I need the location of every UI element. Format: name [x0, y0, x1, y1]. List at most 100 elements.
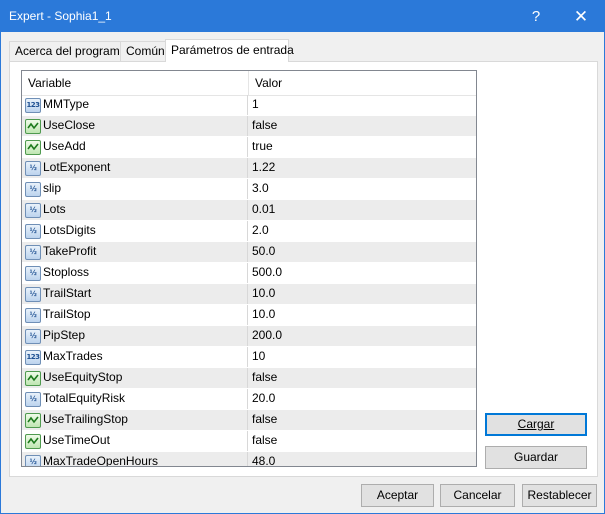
title-bar[interactable]: Expert - Sophia1_1 ? ✕ — [1, 1, 604, 32]
tab-parametros[interactable]: Parámetros de entrada — [165, 39, 294, 62]
value-cell[interactable]: 48.0 — [252, 452, 472, 467]
column-header-value[interactable]: Valor — [249, 71, 475, 95]
load-button[interactable]: Cargar — [485, 413, 587, 436]
value-cell[interactable]: 2.0 — [252, 221, 472, 241]
table-row[interactable]: ½ TrailStop 10.0 — [22, 305, 476, 326]
table-row[interactable]: ½ LotsDigits 2.0 — [22, 221, 476, 242]
variable-cell: UseAdd — [22, 137, 248, 157]
table-row[interactable]: 123 MaxTrades 10 — [22, 347, 476, 368]
value-cell[interactable]: false — [252, 410, 472, 430]
boolean-icon — [25, 371, 41, 386]
grid-header: Variable Valor — [22, 71, 476, 96]
table-row[interactable]: ½ Lots 0.01 — [22, 200, 476, 221]
value-cell[interactable]: 10 — [252, 347, 472, 367]
double-icon: ½ — [25, 392, 41, 407]
variable-cell: ½ TrailStop — [22, 305, 248, 325]
accept-button[interactable]: Aceptar — [361, 484, 434, 507]
table-row[interactable]: ½ MaxTradeOpenHours 48.0 — [22, 452, 476, 467]
variable-cell: ½ MaxTradeOpenHours — [22, 452, 248, 467]
table-row[interactable]: UseTrailingStop false — [22, 410, 476, 431]
double-icon: ½ — [25, 329, 41, 344]
variable-cell: UseEquityStop — [22, 368, 248, 388]
variable-value: 1.22 — [252, 160, 276, 174]
tab-acerca[interactable]: Acerca del programa — [9, 41, 126, 61]
value-cell[interactable]: 1 — [252, 95, 472, 115]
parameters-grid[interactable]: Variable Valor 123 MMType 1 UseClose false Us… — [21, 70, 477, 467]
table-row[interactable]: ½ Stoploss 500.0 — [22, 263, 476, 284]
double-icon: ½ — [25, 308, 41, 323]
variable-name: TrailStop — [43, 307, 91, 321]
table-row[interactable]: UseClose false — [22, 116, 476, 137]
integer-icon: 123 — [25, 350, 41, 365]
variable-cell: UseTrailingStop — [22, 410, 248, 430]
cancel-button[interactable]: Cancelar — [440, 484, 515, 507]
variable-value: 50.0 — [252, 244, 276, 258]
tab-panel: Variable Valor 123 MMType 1 UseClose false Us… — [9, 61, 598, 477]
value-cell[interactable]: 1.22 — [252, 158, 472, 178]
value-cell[interactable]: 20.0 — [252, 389, 472, 409]
variable-value: false — [252, 370, 278, 384]
table-row[interactable]: ½ TrailStart 10.0 — [22, 284, 476, 305]
value-cell[interactable]: 10.0 — [252, 305, 472, 325]
variable-value: 10 — [252, 349, 266, 363]
value-cell[interactable]: 50.0 — [252, 242, 472, 262]
double-icon: ½ — [25, 266, 41, 281]
variable-value: 0.01 — [252, 202, 276, 216]
value-cell[interactable]: 0.01 — [252, 200, 472, 220]
reset-button[interactable]: Restablecer — [522, 484, 597, 507]
integer-icon: 123 — [25, 98, 41, 113]
value-cell[interactable]: 200.0 — [252, 326, 472, 346]
tab-comun[interactable]: Común — [120, 41, 169, 61]
variable-cell: ½ TrailStart — [22, 284, 248, 304]
table-row[interactable]: ½ TotalEquityRisk 20.0 — [22, 389, 476, 410]
variable-name: TrailStart — [43, 286, 92, 300]
table-row[interactable]: UseTimeOut false — [22, 431, 476, 452]
variable-cell: ½ Stoploss — [22, 263, 248, 283]
double-icon: ½ — [25, 182, 41, 197]
value-cell[interactable]: 500.0 — [252, 263, 472, 283]
value-cell[interactable]: 10.0 — [252, 284, 472, 304]
column-header-variable[interactable]: Variable — [22, 71, 249, 95]
variable-value: 48.0 — [252, 454, 276, 467]
boolean-icon — [25, 434, 41, 449]
value-cell[interactable]: 3.0 — [252, 179, 472, 199]
value-cell[interactable]: false — [252, 116, 472, 136]
window-title: Expert - Sophia1_1 — [9, 9, 112, 23]
variable-name: MaxTrades — [43, 349, 103, 363]
value-cell[interactable]: true — [252, 137, 472, 157]
double-icon: ½ — [25, 224, 41, 239]
close-icon[interactable]: ✕ — [558, 1, 604, 32]
table-row[interactable]: ½ PipStep 200.0 — [22, 326, 476, 347]
boolean-icon — [25, 140, 41, 155]
variable-name: MaxTradeOpenHours — [43, 454, 158, 467]
table-row[interactable]: 123 MMType 1 — [22, 95, 476, 116]
variable-cell: ½ TakeProfit — [22, 242, 248, 262]
boolean-icon — [25, 119, 41, 134]
variable-name: UseClose — [43, 118, 96, 132]
table-row[interactable]: UseAdd true — [22, 137, 476, 158]
variable-cell: ½ PipStep — [22, 326, 248, 346]
variable-name: UseTimeOut — [43, 433, 110, 447]
variable-cell: UseClose — [22, 116, 248, 136]
expert-dialog: Expert - Sophia1_1 ? ✕ Acerca del progra… — [0, 0, 605, 514]
variable-cell: ½ Lots — [22, 200, 248, 220]
variable-cell: ½ LotsDigits — [22, 221, 248, 241]
table-row[interactable]: ½ slip 3.0 — [22, 179, 476, 200]
double-icon: ½ — [25, 287, 41, 302]
variable-name: slip — [43, 181, 62, 195]
variable-value: 3.0 — [252, 181, 269, 195]
variable-value: 2.0 — [252, 223, 269, 237]
variable-value: false — [252, 412, 278, 426]
table-row[interactable]: ½ LotExponent 1.22 — [22, 158, 476, 179]
value-cell[interactable]: false — [252, 431, 472, 451]
table-row[interactable]: ½ TakeProfit 50.0 — [22, 242, 476, 263]
help-icon[interactable]: ? — [513, 1, 559, 32]
value-cell[interactable]: false — [252, 368, 472, 388]
double-icon: ½ — [25, 161, 41, 176]
save-button[interactable]: Guardar — [485, 446, 587, 469]
table-row[interactable]: UseEquityStop false — [22, 368, 476, 389]
variable-value: 10.0 — [252, 286, 276, 300]
save-button-label: Guardar — [513, 450, 559, 464]
boolean-icon — [25, 413, 41, 428]
variable-name: MMType — [43, 97, 90, 111]
